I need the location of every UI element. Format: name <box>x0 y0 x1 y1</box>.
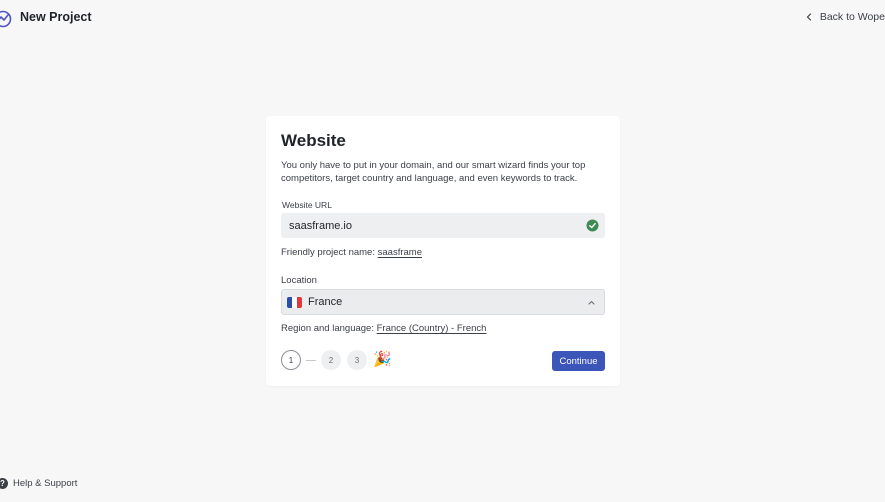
step-indicator: 1 2 3 🎉 <box>281 350 392 370</box>
website-wizard-card: Website You only have to put in your dom… <box>266 116 620 386</box>
website-url-value: saasframe.io <box>289 219 352 232</box>
help-support-label: Help & Support <box>13 478 78 489</box>
location-selected-value: France <box>308 296 343 308</box>
help-support-link[interactable]: ? Help & Support <box>0 478 77 489</box>
help-icon: ? <box>0 478 8 489</box>
region-language: Region and language: France (Country) - … <box>281 323 486 334</box>
chevron-up-icon <box>588 300 595 305</box>
party-popper-icon: 🎉 <box>373 351 392 368</box>
location-label: Location <box>281 275 317 286</box>
friendly-name-link[interactable]: saasframe <box>378 247 422 258</box>
top-bar: New Project Back to Wope <box>0 0 885 36</box>
back-link-label: Back to Wope <box>819 11 885 23</box>
card-description: You only have to put in your domain, and… <box>281 160 586 184</box>
france-flag-icon <box>287 296 302 308</box>
logo-icon[interactable] <box>0 10 12 28</box>
continue-button[interactable]: Continue <box>552 351 605 371</box>
friendly-project-name: Friendly project name: saasframe <box>281 247 422 258</box>
back-to-wope-link[interactable]: Back to Wope <box>804 11 885 23</box>
step-1: 1 <box>281 350 301 370</box>
page-title: New Project <box>20 10 92 24</box>
region-language-link[interactable]: France (Country) - French <box>377 323 487 334</box>
step-2: 2 <box>321 350 341 370</box>
step-divider <box>306 359 316 361</box>
step-3: 3 <box>347 350 367 370</box>
card-title: Website <box>281 131 346 150</box>
check-circle-icon <box>586 219 599 232</box>
region-prefix: Region and language: <box>281 323 374 334</box>
location-select[interactable]: France <box>281 289 605 315</box>
website-url-input[interactable]: saasframe.io <box>281 213 605 238</box>
friendly-name-prefix: Friendly project name: <box>281 247 375 258</box>
chevron-left-icon <box>806 13 811 21</box>
website-url-label: Website URL <box>282 200 332 210</box>
